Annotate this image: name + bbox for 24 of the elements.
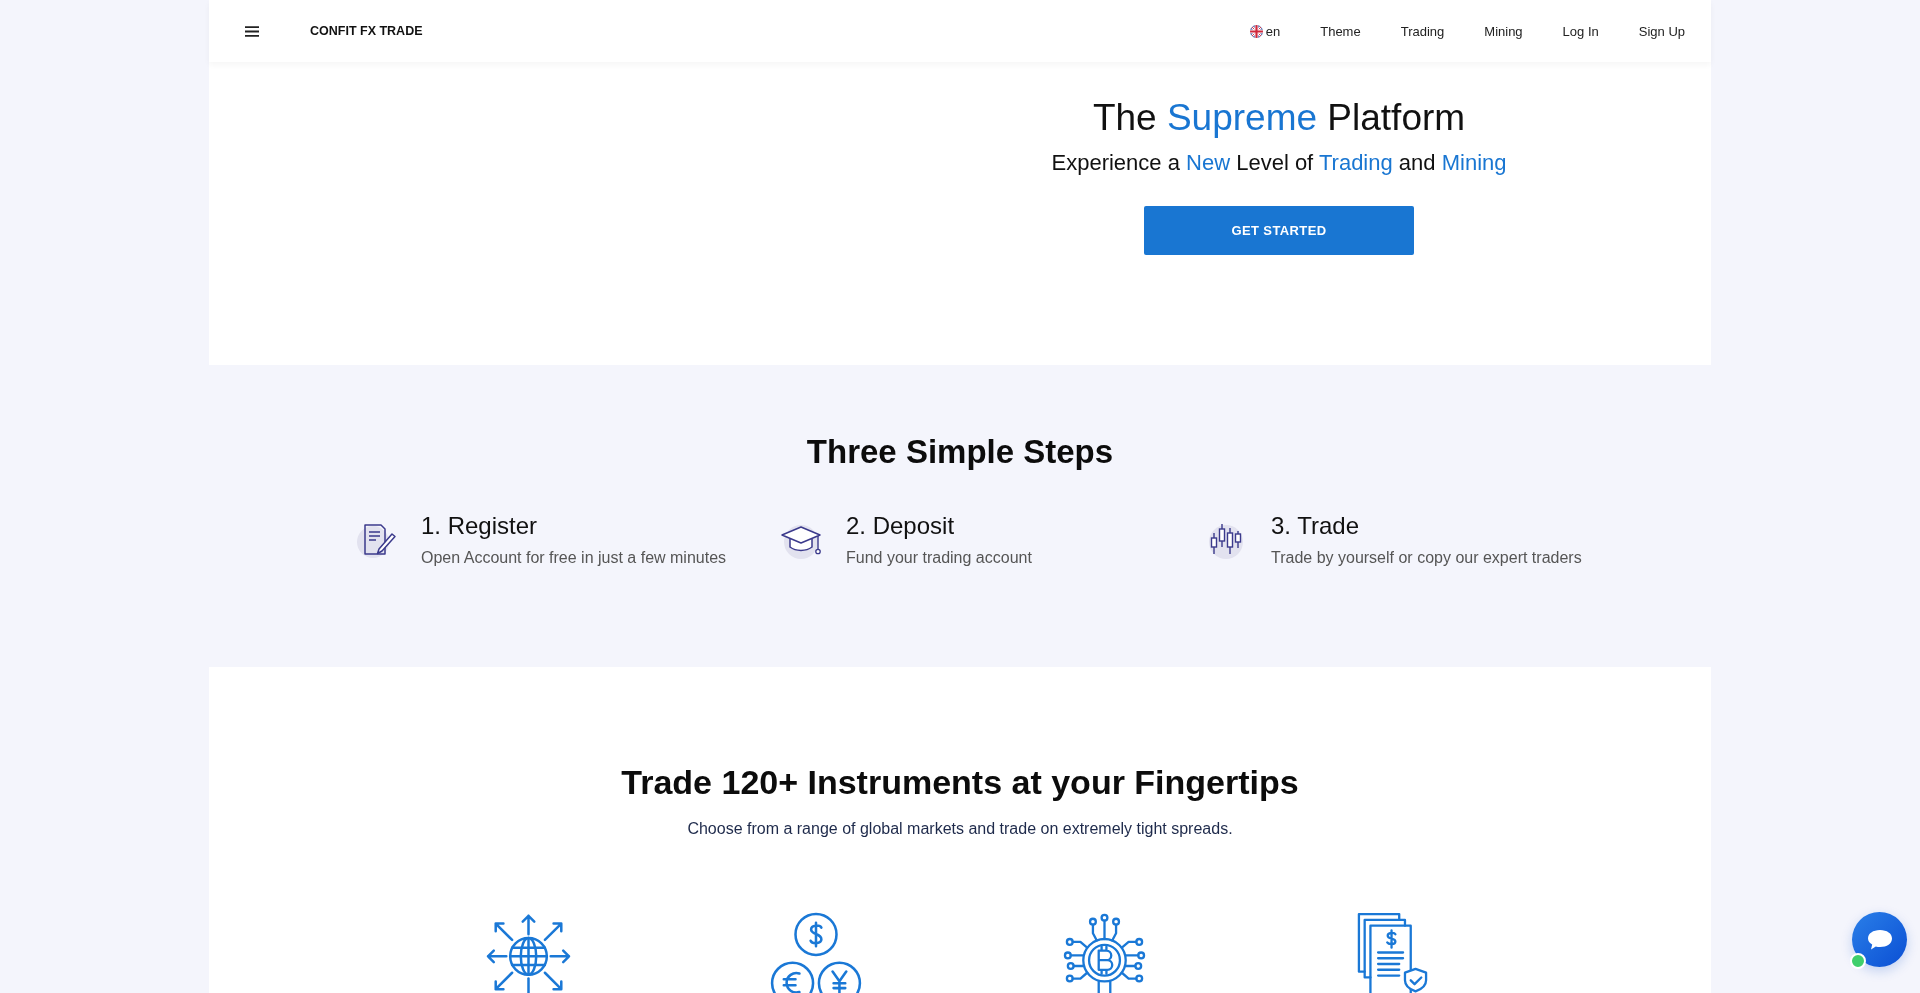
nav-link[interactable]: Mining [1484,23,1523,39]
step-title: 1. Register [421,511,539,541]
nav-link[interactable]: Log In [1562,23,1599,39]
step-description: Open Account for free in just a few minutes [421,548,727,568]
nav-link[interactable]: Sign Up [1638,23,1685,39]
step-title: 3. Trade [1271,511,1361,541]
chat-bubble-icon [1866,928,1893,951]
chat-button[interactable] [1852,912,1907,967]
flag-icon [1249,24,1263,38]
step-description: Fund your trading account [846,548,1032,568]
section-subtitle: Choose from a range of global markets and trade on extremely tight spreads. [686,819,1234,839]
coins-icon [769,912,863,993]
step-title: 2. Deposit [846,511,956,541]
nav-link[interactable]: Trading [1400,23,1445,39]
brand-name[interactable]: CONFIT FX TRADE [310,24,423,38]
nav-link[interactable]: Theme [1320,23,1361,39]
language-selector[interactable]: en [1249,23,1281,39]
get-started-button[interactable]: GET STARTED [1144,206,1414,255]
section-title: Trade 120+ Instruments at your Fingertips [620,762,1300,803]
menu-icon[interactable] [245,25,259,37]
hero-subtitle: Experience a New Level of Trading and Mining [1051,149,1507,177]
step-description: Trade by yourself or copy our expert traders [1271,548,1582,568]
hero-title: The Supreme Platform [1092,96,1466,140]
section-title: Three Simple Steps [805,432,1115,472]
